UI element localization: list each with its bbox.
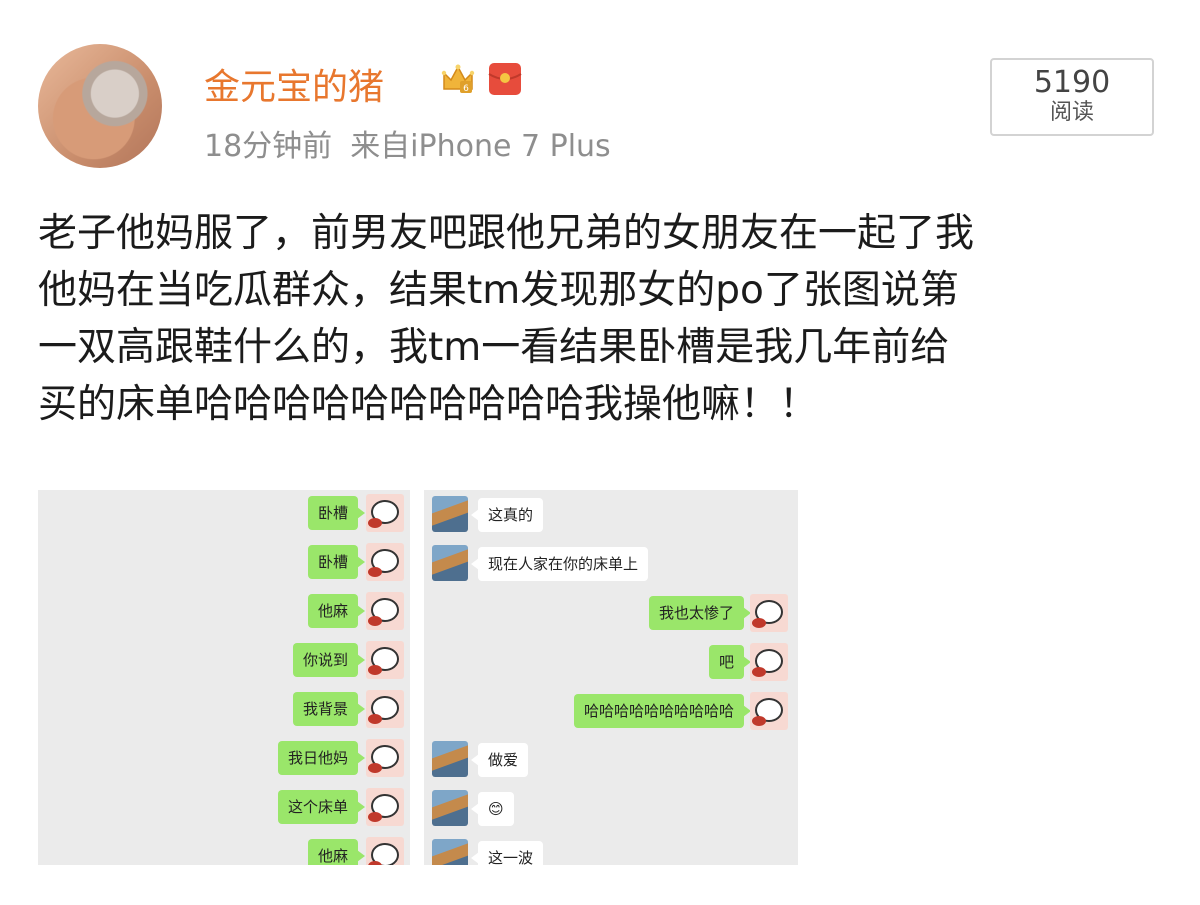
chat-screenshot-right[interactable]: 这真的现在人家在你的床单上我也太惨了吧哈哈哈哈哈哈哈哈哈哈做爱 😊 这一波 <box>424 490 798 865</box>
post-meta: 18分钟前 来自iPhone 7 Plus <box>204 121 611 165</box>
chat-bubble: 这个床单 <box>277 790 366 824</box>
friend-avatar-icon <box>432 496 468 532</box>
crown-vip-icon: 6 <box>441 64 475 94</box>
chat-row: 😊 <box>424 788 798 830</box>
post-text-line: 老子他妈服了，前男友吧跟他兄弟的女朋友在一起了我 <box>38 211 975 256</box>
friend-avatar-icon <box>432 839 468 865</box>
pig-avatar-icon <box>366 837 404 865</box>
friend-avatar-icon <box>432 741 468 777</box>
chat-bubble: 哈哈哈哈哈哈哈哈哈哈 <box>573 694 752 728</box>
chat-bubble: 这真的 <box>470 498 544 532</box>
chat-screenshot-left[interactable]: 卧槽 卧槽 他麻 你说到 我背景 我日他妈 这个床单 他麻 <box>38 490 410 865</box>
chat-row: 做爱 <box>424 739 798 781</box>
image-divider <box>410 490 424 865</box>
pig-avatar-icon <box>366 494 404 532</box>
chat-row: 这真的 <box>424 494 798 536</box>
chat-bubble: 现在人家在你的床单上 <box>470 547 649 581</box>
chat-bubble: 卧槽 <box>307 496 366 530</box>
pig-avatar-icon <box>366 690 404 728</box>
chat-row: 我日他妈 <box>38 737 410 779</box>
pig-avatar-icon <box>750 643 788 681</box>
user-avatar[interactable] <box>38 44 162 168</box>
chat-row: 他麻 <box>38 835 410 865</box>
chat-bubble: 我背景 <box>292 692 366 726</box>
post-source[interactable]: 来自iPhone 7 Plus <box>350 129 611 164</box>
chat-row: 吧 <box>424 641 798 683</box>
post-text-line: 买的床单哈哈哈哈哈哈哈哈哈哈我操他嘛！！ <box>38 382 819 427</box>
chat-bubble: 吧 <box>708 645 752 679</box>
pig-avatar-icon <box>366 592 404 630</box>
chat-bubble: 我日他妈 <box>277 741 366 775</box>
post-text-line: 他妈在当吃瓜群众，结果tm发现那女的po了张图说第 <box>38 268 959 313</box>
username[interactable]: 金元宝的猪 <box>204 58 384 110</box>
svg-text:6: 6 <box>463 84 469 94</box>
chat-row: 卧槽 <box>38 541 410 583</box>
chat-row: 哈哈哈哈哈哈哈哈哈哈 <box>424 690 798 732</box>
chat-bubble: 他麻 <box>307 839 366 865</box>
chat-bubble: 这一波 <box>470 841 544 865</box>
pig-avatar-icon <box>750 692 788 730</box>
red-packet-icon[interactable] <box>486 60 524 98</box>
pig-avatar-icon <box>366 788 404 826</box>
chat-row: 我背景 <box>38 688 410 730</box>
chat-row: 卧槽 <box>38 492 410 534</box>
friend-avatar-icon <box>432 790 468 826</box>
pig-avatar-icon <box>366 739 404 777</box>
friend-avatar-icon <box>432 545 468 581</box>
chat-row: 这一波 <box>424 837 798 865</box>
chat-bubble: 😊 <box>471 792 514 826</box>
read-count: 5190 <box>1033 65 1111 100</box>
read-count-badge: 5190 阅读 <box>990 58 1154 136</box>
pig-avatar-icon <box>366 543 404 581</box>
pig-avatar-icon <box>750 594 788 632</box>
pig-avatar-icon <box>366 641 404 679</box>
chat-bubble: 你说到 <box>292 643 366 677</box>
chat-row: 你说到 <box>38 639 410 681</box>
chat-bubble: 做爱 <box>470 743 529 777</box>
chat-row: 现在人家在你的床单上 <box>424 543 798 585</box>
chat-row: 这个床单 <box>38 786 410 828</box>
chat-bubble: 他麻 <box>307 594 366 628</box>
post-body: 老子他妈服了，前男友吧跟他兄弟的女朋友在一起了我 他妈在当吃瓜群众，结果tm发现… <box>38 205 1178 433</box>
chat-row: 我也太惨了 <box>424 592 798 634</box>
post-text-line: 一双高跟鞋什么的，我tm一看结果卧槽是我几年前给 <box>38 325 950 370</box>
post-time: 18分钟前 <box>204 129 333 164</box>
chat-bubble: 我也太惨了 <box>648 596 752 630</box>
chat-bubble: 卧槽 <box>307 545 366 579</box>
read-label: 阅读 <box>1049 100 1094 125</box>
chat-row: 他麻 <box>38 590 410 632</box>
